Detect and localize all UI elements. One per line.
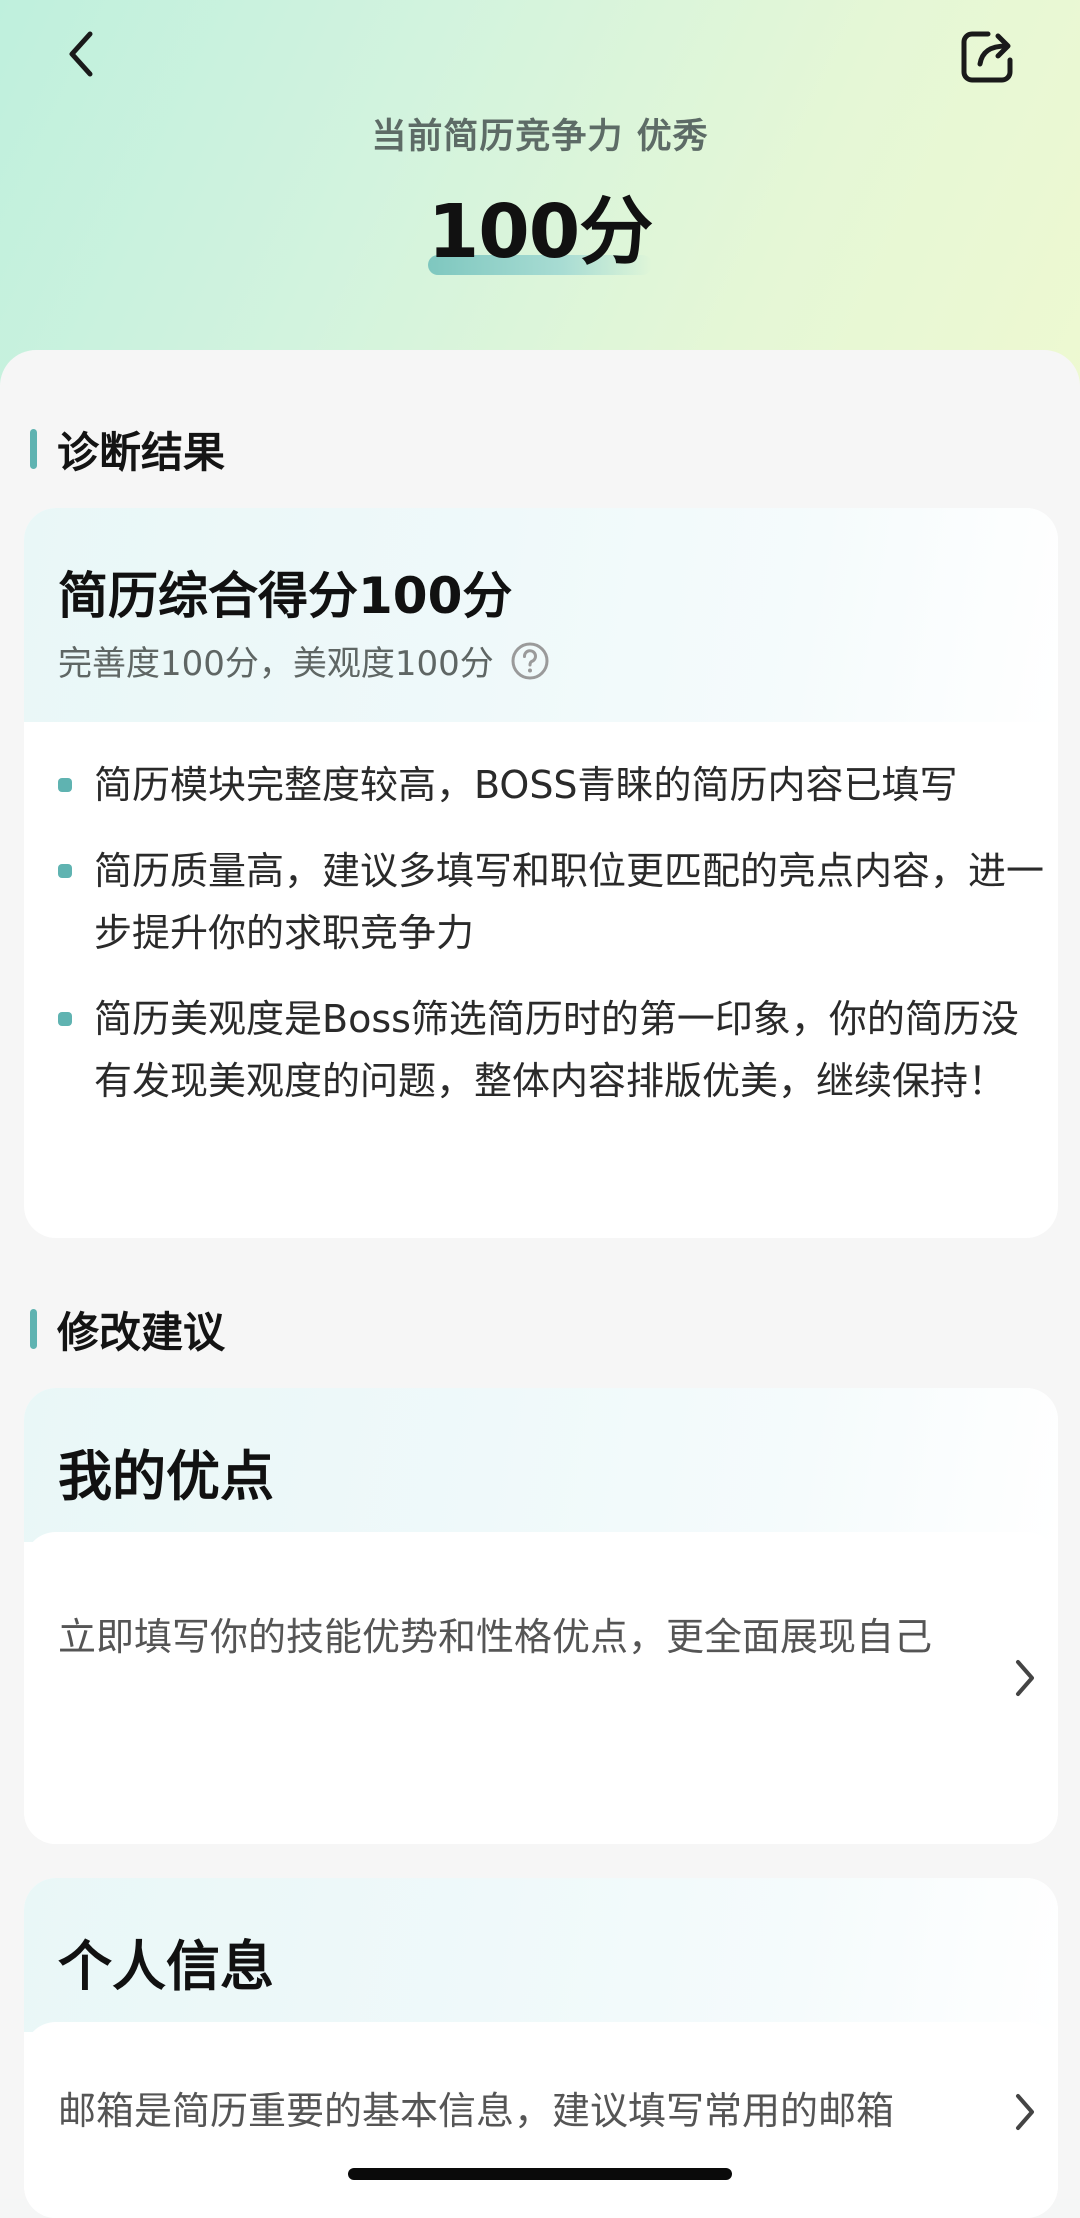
diagnosis-card-header: 简历综合得分100分 完善度100分，美观度100分 <box>24 508 1058 722</box>
suggestion-text: 邮箱是简历重要的基本信息，建议填写常用的邮箱 <box>58 2089 895 2133</box>
list-item: 简历美观度是Boss筛选简历时的第一印象，你的简历没有发现美观度的问题，整体内容… <box>58 988 1048 1112</box>
competitiveness-label: 当前简历竞争力 优秀 <box>371 117 709 157</box>
suggestion-card-title: 我的优点 <box>58 1445 274 1508</box>
overall-score-title: 简历综合得分100分 <box>58 567 513 625</box>
section-label: 修改建议 <box>57 1307 226 1357</box>
share-icon <box>961 31 1013 83</box>
home-indicator <box>348 2168 732 2180</box>
suggestion-card-header: 个人信息 <box>24 1878 1058 2032</box>
diagnosis-card: 简历综合得分100分 完善度100分，美观度100分 简历模块完整度较高，BOS… <box>24 508 1058 1238</box>
share-button[interactable] <box>952 20 1024 92</box>
section-accent-bar <box>30 429 37 469</box>
suggestion-card-header: 我的优点 <box>24 1388 1058 1542</box>
suggestion-text: 立即填写你的技能优势和性格优点，更全面展现自己 <box>58 1615 933 1659</box>
bullet-dot <box>58 1012 72 1026</box>
list-item: 简历质量高，建议多填写和职位更匹配的亮点内容，进一步提升你的求职竞争力 <box>58 840 1048 964</box>
diagnosis-list: 简历模块完整度较高，BOSS青睐的简历内容已填写 简历质量高，建议多填写和职位更… <box>58 754 1048 1136</box>
section-accent-bar <box>30 1309 37 1349</box>
list-item: 简历模块完整度较高，BOSS青睐的简历内容已填写 <box>58 754 1048 816</box>
suggestion-card-title: 个人信息 <box>58 1935 274 1998</box>
section-title-diagnosis: 诊断结果 <box>30 424 225 477</box>
suggestion-card-body: 邮箱是简历重要的基本信息，建议填写常用的邮箱 <box>24 2022 1058 2218</box>
question-circle-icon[interactable] <box>510 641 550 681</box>
suggestion-card-personal-info[interactable]: 个人信息 邮箱是简历重要的基本信息，建议填写常用的邮箱 <box>24 1878 1058 2218</box>
chevron-right-icon <box>1010 1656 1040 1700</box>
chevron-left-icon <box>69 31 93 77</box>
score-wrap: 100分 <box>0 172 1080 279</box>
suggestion-card-strengths[interactable]: 我的优点 立即填写你的技能优势和性格优点，更全面展现自己 <box>24 1388 1058 1844</box>
back-button[interactable] <box>50 22 114 86</box>
list-item-text: 简历美观度是Boss筛选简历时的第一印象，你的简历没有发现美观度的问题，整体内容… <box>94 997 1019 1103</box>
bullet-dot <box>58 778 72 792</box>
bullet-dot <box>58 864 72 878</box>
list-item-text: 简历质量高，建议多填写和职位更匹配的亮点内容，进一步提升你的求职竞争力 <box>94 849 1045 955</box>
score-inner: 100分 <box>427 172 653 279</box>
score-breakdown-text: 完善度100分，美观度100分 <box>58 644 494 684</box>
section-label: 诊断结果 <box>57 427 226 477</box>
score-breakdown: 完善度100分，美观度100分 <box>58 636 550 685</box>
suggestion-card-body: 立即填写你的技能优势和性格优点，更全面展现自己 <box>24 1532 1058 1844</box>
chevron-right-icon <box>1010 2090 1040 2134</box>
list-item-text: 简历模块完整度较高，BOSS青睐的简历内容已填写 <box>94 763 958 807</box>
resume-score: 100分 <box>427 189 653 275</box>
section-title-suggestions: 修改建议 <box>30 1304 225 1357</box>
